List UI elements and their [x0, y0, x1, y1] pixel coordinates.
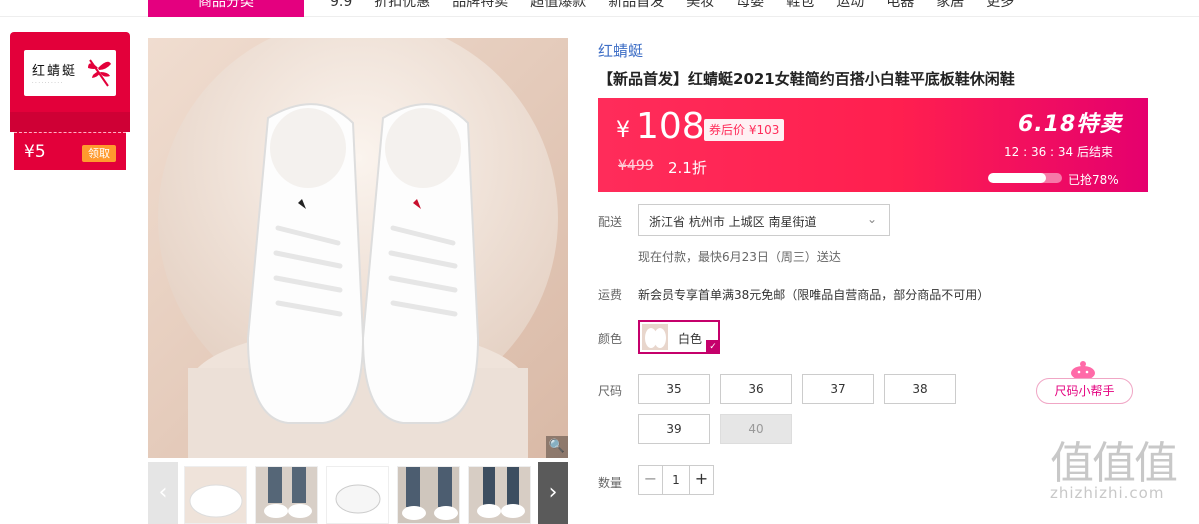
top-nav: 商品分类 9.9 折扣优惠 品牌特卖 超值爆款 新品首发 美妆 母婴 鞋包 运动… — [0, 0, 1199, 17]
size-option[interactable]: 36 — [720, 374, 792, 404]
nav-item[interactable]: 超值爆款 — [530, 0, 586, 17]
sold-progress-fill — [988, 173, 1046, 183]
nav-item[interactable]: 鞋包 — [786, 0, 814, 17]
thumbnail[interactable] — [326, 466, 389, 524]
shipping-label: 运费 — [598, 288, 623, 302]
brand-link[interactable]: 红蜻蜓 — [598, 40, 643, 61]
sold-progress-bar — [988, 173, 1062, 183]
product-title: 【新品首发】红蜻蜓2021女鞋简约百搭小白鞋平底板鞋休闲鞋 — [598, 70, 1015, 88]
size-option[interactable]: 35 — [638, 374, 710, 404]
zoom-icon[interactable]: 🔍 — [546, 436, 568, 458]
coupon-body: ¥5 领取 — [14, 132, 126, 170]
thumbnail[interactable] — [468, 466, 531, 524]
thumbnail-strip: ‹ › — [148, 462, 568, 524]
currency-symbol: ¥ — [616, 118, 630, 143]
nav-item[interactable]: 运动 — [836, 0, 864, 17]
quantity-label: 数量 — [598, 476, 623, 490]
nav-tab-category[interactable]: 商品分类 — [148, 0, 304, 17]
nav-item[interactable]: 9.9 — [330, 0, 352, 17]
shoe-photo — [148, 38, 568, 458]
quantity-stepper: − 1 + — [638, 465, 714, 495]
sold-progress-label: 已抢78% — [1068, 173, 1119, 187]
original-price: ¥499 — [618, 158, 654, 174]
thumbnail[interactable] — [397, 466, 460, 524]
delivery-label: 配送 — [598, 215, 623, 229]
color-label: 颜色 — [598, 332, 623, 346]
nav-item[interactable]: 新品首发 — [608, 0, 664, 17]
color-option-white[interactable]: 白色 ✓ — [638, 320, 720, 354]
delivery-estimate: 现在付款，最快6月23日（周三）送达 — [638, 250, 841, 264]
coupon-header: 红蜻蜓 · · · · · · · · · · — [10, 32, 130, 132]
chevron-down-icon: ⌄ — [866, 212, 877, 226]
coupon-amount: ¥5 — [24, 142, 46, 162]
size-option-unavailable: 40 — [720, 414, 792, 444]
thumbnail-prev-button[interactable]: ‹ — [148, 462, 178, 524]
check-icon: ✓ — [706, 340, 720, 354]
sale-event-title: 6.18特卖 — [1018, 112, 1123, 137]
store-coupon[interactable]: 红蜻蜓 · · · · · · · · · · ¥5 领取 — [10, 32, 130, 170]
after-coupon-price: 券后价 ¥103 — [704, 119, 785, 141]
discount-rate: 2.1折 — [668, 159, 707, 177]
claim-coupon-button[interactable]: 领取 — [82, 145, 116, 162]
nav-item[interactable]: 电器 — [886, 0, 914, 17]
size-option[interactable]: 39 — [638, 414, 710, 444]
watermark-url: zhizhizhi.com — [1050, 484, 1165, 502]
nav-item[interactable]: 美妆 — [686, 0, 714, 17]
quantity-increase-button[interactable]: + — [689, 466, 713, 494]
brand-logo-text: 红蜻蜓 — [32, 64, 78, 79]
nav-item[interactable]: 母婴 — [736, 0, 764, 17]
quantity-decrease-button[interactable]: − — [639, 466, 663, 494]
nav-item[interactable]: 折扣优惠 — [374, 0, 430, 17]
size-option[interactable]: 38 — [884, 374, 956, 404]
nav-item[interactable]: 品牌特卖 — [452, 0, 508, 17]
brand-logo: 红蜻蜓 · · · · · · · · · · — [24, 50, 116, 96]
nav-items: 9.9 折扣优惠 品牌特卖 超值爆款 新品首发 美妆 母婴 鞋包 运动 电器 家… — [330, 0, 1014, 17]
main-product-image[interactable]: 🔍 — [148, 38, 568, 458]
size-helper-button[interactable]: 尺码小帮手 — [1036, 378, 1133, 404]
shipping-info: 新会员专享首单满38元免邮（限唯品自营商品，部分商品不可用） — [638, 288, 990, 302]
size-label: 尺码 — [598, 384, 623, 398]
size-option[interactable]: 37 — [802, 374, 874, 404]
site-watermark: 值值值 zhizhizhi.com — [1050, 438, 1178, 503]
product-page: 商品分类 9.9 折扣优惠 品牌特卖 超值爆款 新品首发 美妆 母婴 鞋包 运动… — [0, 0, 1199, 524]
thumbnail-next-button[interactable]: › — [538, 462, 568, 524]
mascot-icon — [1071, 361, 1095, 380]
dragonfly-icon — [88, 59, 111, 87]
nav-item[interactable]: 家居 — [936, 0, 964, 17]
nav-item[interactable]: 更多 — [986, 0, 1014, 17]
delivery-address-select[interactable]: 浙江省 杭州市 上城区 南星街道 ⌄ — [638, 204, 890, 236]
watermark-logo: 值值值 — [1050, 438, 1178, 489]
thumbnail[interactable] — [184, 466, 247, 524]
color-option-label: 白色 — [678, 332, 703, 346]
quantity-input[interactable]: 1 — [663, 466, 689, 494]
countdown-timer: 12 : 36 : 34 后结束 — [1004, 145, 1113, 159]
color-swatch — [642, 324, 668, 350]
coupon-fold — [10, 112, 130, 132]
price-panel: ¥ 108 券后价 ¥103 ¥499 2.1折 6.18特卖 12 : 36 … — [598, 98, 1148, 192]
thumbnail[interactable] — [255, 466, 318, 524]
delivery-address-value: 浙江省 杭州市 上城区 南星街道 — [649, 215, 817, 229]
brand-logo-subtext: · · · · · · · · · · — [32, 80, 63, 86]
sale-price: 108 — [636, 106, 705, 147]
